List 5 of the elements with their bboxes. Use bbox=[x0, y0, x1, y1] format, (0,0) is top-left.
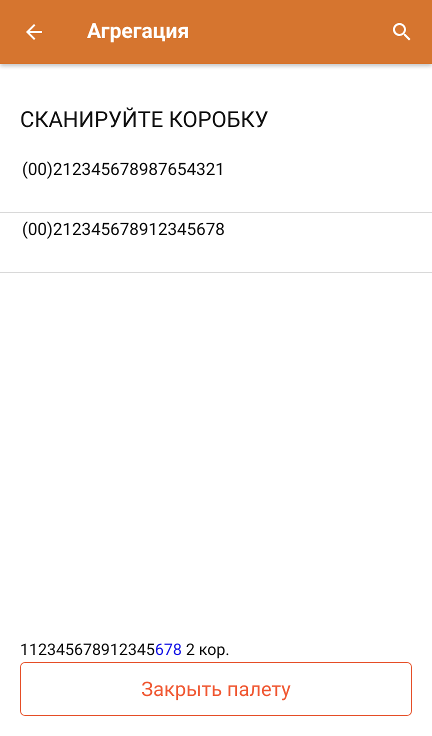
screen-title: Агрегация bbox=[87, 20, 190, 44]
box-code[interactable]: (00)212345678912345678 bbox=[22, 219, 225, 241]
pallet-info: 112345678912345678 2 кор. bbox=[20, 640, 231, 660]
box-code[interactable]: (00)212345678987654321 bbox=[22, 159, 225, 181]
scan-prompt: СКАНИРУЙТЕ КОРОБКУ bbox=[20, 107, 270, 135]
